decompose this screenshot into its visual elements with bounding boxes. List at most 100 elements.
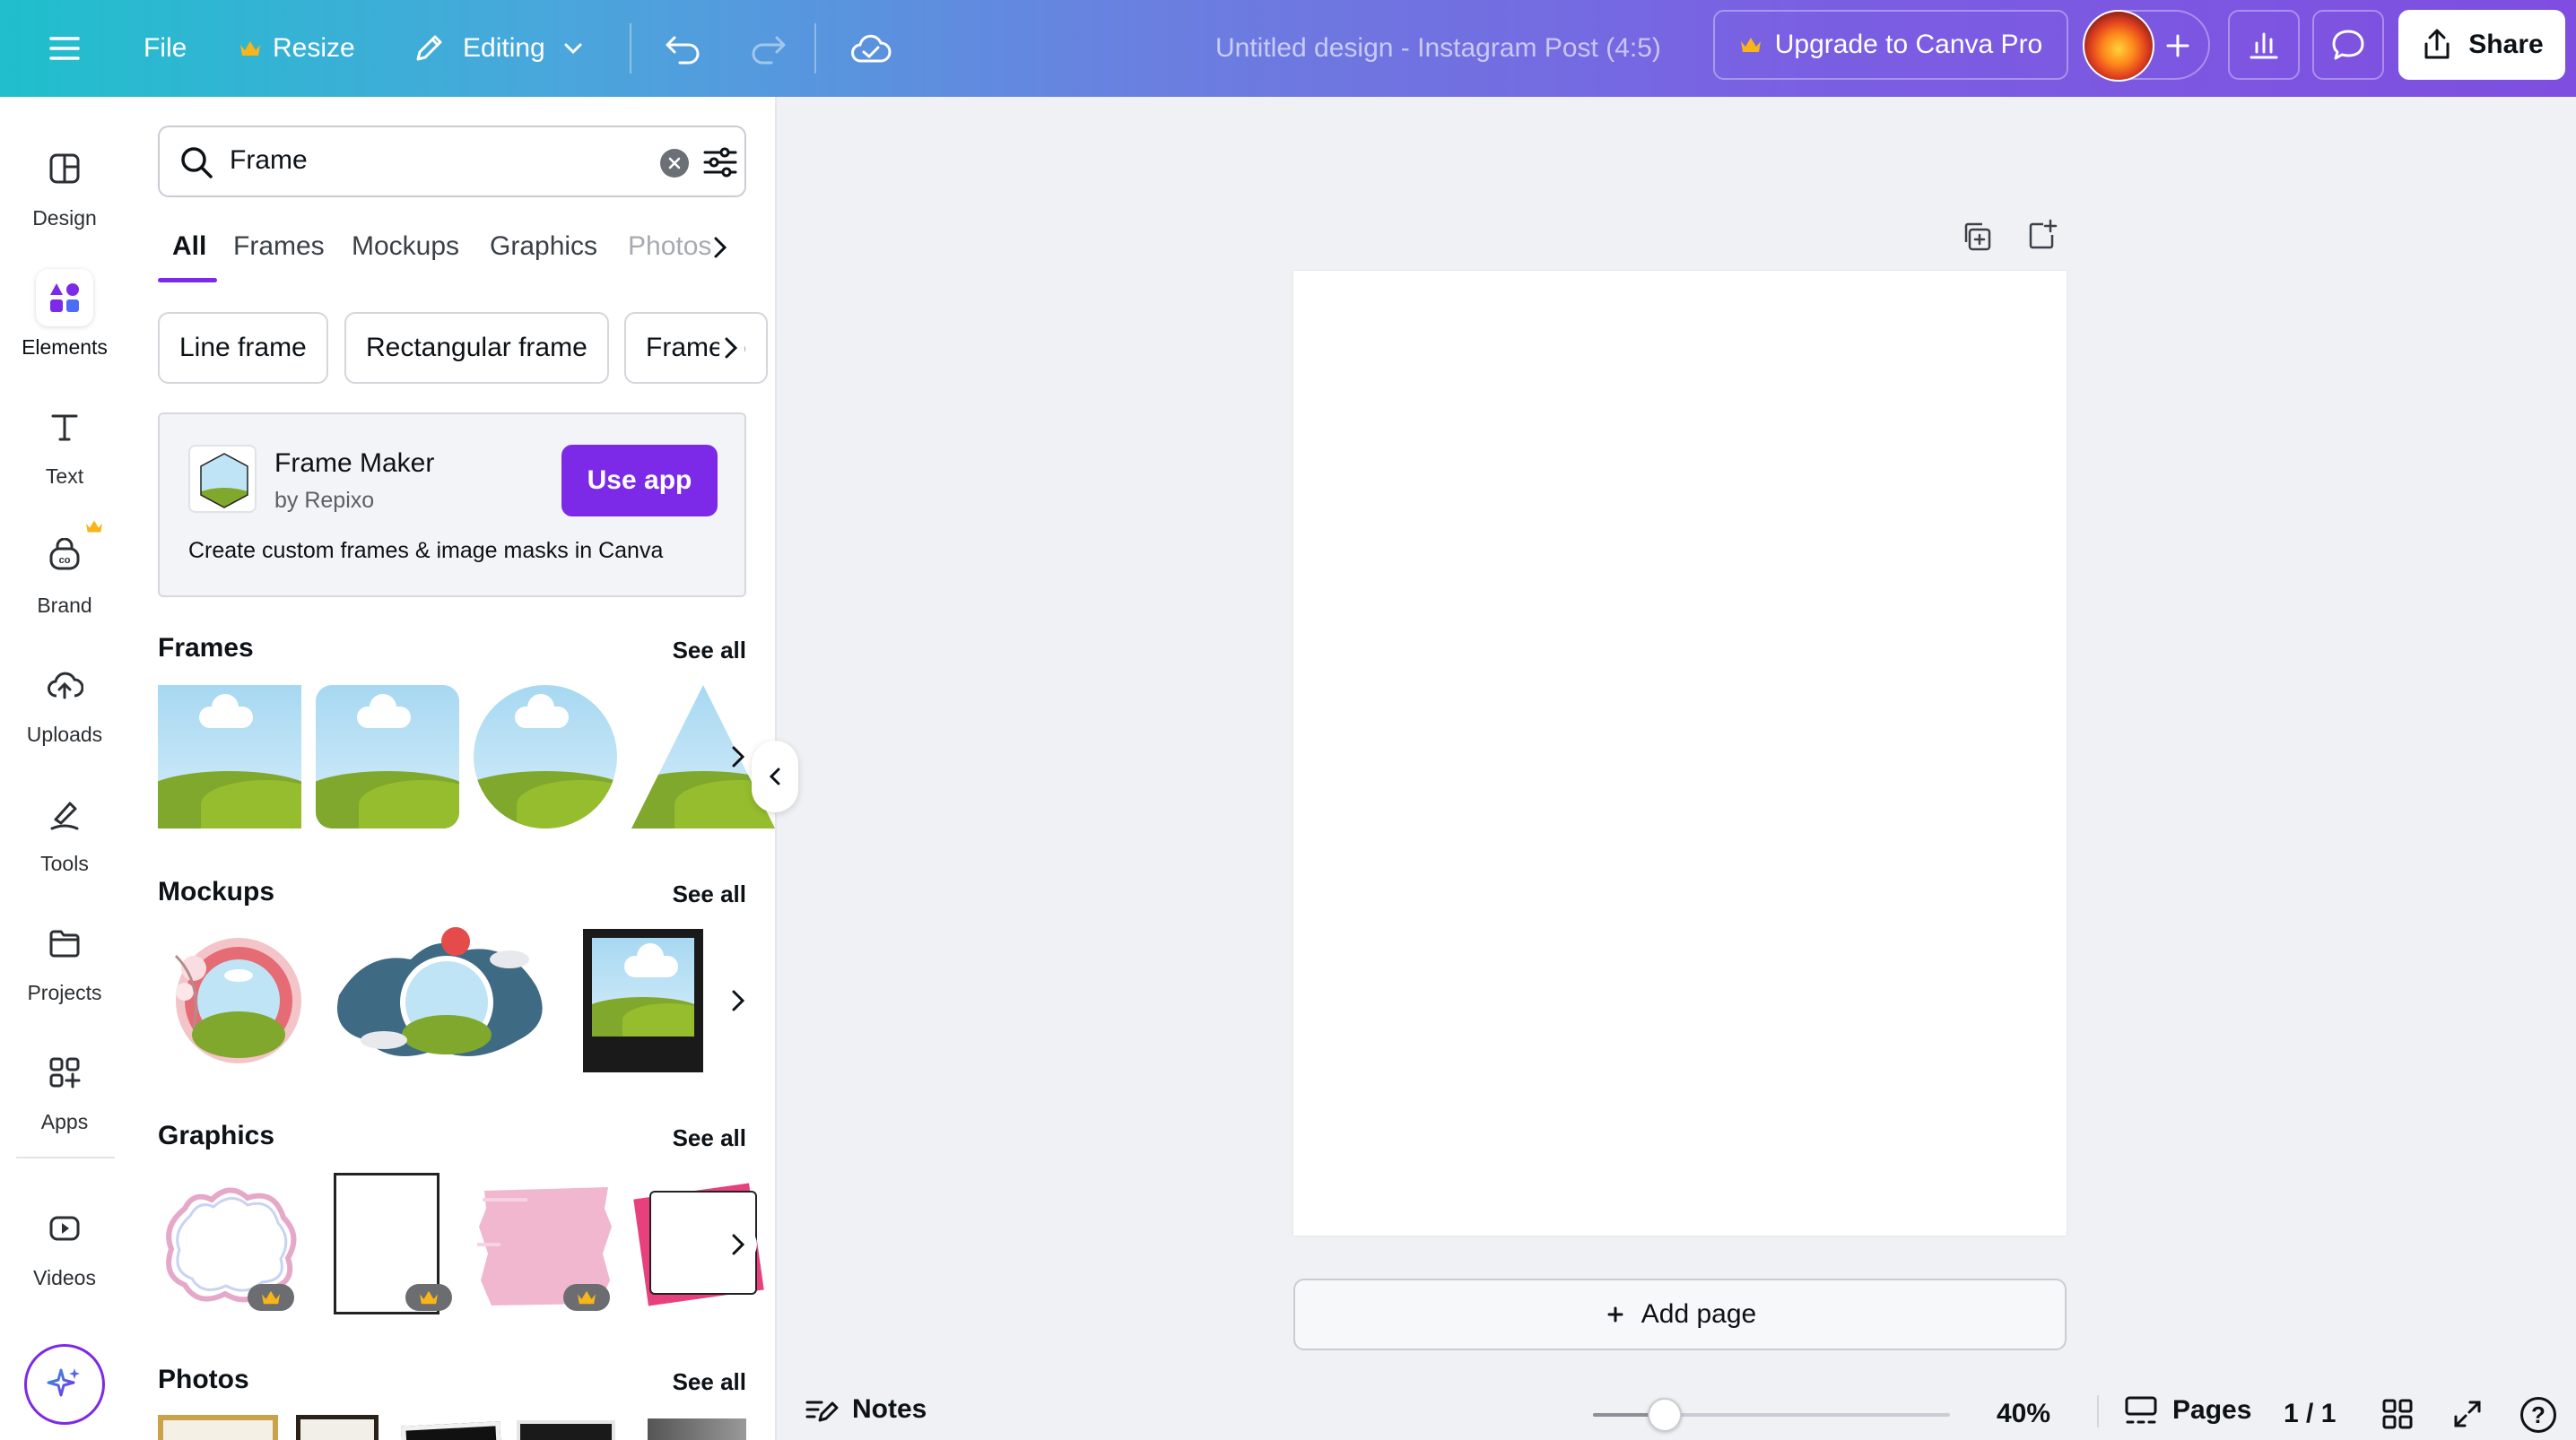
photo-gold-frame[interactable] [158, 1415, 278, 1440]
redo-icon[interactable] [748, 0, 788, 97]
upgrade-pro-button[interactable]: Upgrade to Canva Pro [1713, 10, 2068, 80]
use-app-button[interactable]: Use app [561, 445, 718, 516]
photo-polaroid-frame[interactable] [517, 1420, 615, 1440]
page-counter[interactable]: 1 / 1 [2284, 1399, 2336, 1429]
pages-button[interactable]: Pages [2124, 1395, 2251, 1426]
avatar[interactable] [2083, 10, 2154, 82]
chevron-right-icon[interactable] [709, 230, 734, 265]
rail-item-uploads[interactable]: Uploads [0, 649, 129, 768]
mockup-floral-round-frame[interactable] [158, 929, 319, 1072]
collapse-panel-button[interactable] [752, 741, 798, 812]
videos-icon [36, 1200, 93, 1257]
frame-rounded-thumbnail[interactable] [316, 685, 459, 828]
graphic-cloud-frame[interactable] [158, 1173, 301, 1316]
promo-app-name: Frame Maker [274, 448, 435, 478]
crown-icon [240, 41, 260, 56]
top-bar: File Resize Editing Untitled design - In… [0, 0, 2576, 97]
search-input[interactable]: Frame [230, 145, 308, 176]
tab-mockups[interactable]: Mockups [352, 231, 459, 262]
zoom-slider-track[interactable] [1593, 1413, 1950, 1417]
help-icon[interactable]: ? [2520, 1397, 2556, 1433]
chevron-left-icon [769, 768, 780, 785]
editing-label: Editing [463, 33, 545, 63]
rail-item-tools[interactable]: Tools [0, 778, 129, 897]
active-tab-indicator [158, 278, 217, 282]
tab-graphics[interactable]: Graphics [490, 231, 597, 262]
section-title-graphics: Graphics [158, 1121, 275, 1150]
elements-panel: Frame All Frames Mockups Graphics Photos… [129, 97, 777, 1440]
chevron-right-icon[interactable] [719, 332, 744, 364]
svg-text:co: co [59, 555, 71, 566]
editing-mode-dropdown[interactable]: Editing [411, 0, 585, 97]
design-icon [36, 140, 93, 197]
rail-item-text[interactable]: Text [0, 391, 129, 509]
tab-photos[interactable]: Photos [628, 231, 711, 262]
text-icon [36, 398, 93, 455]
photo-dark-frame[interactable] [296, 1415, 379, 1440]
rail-item-videos[interactable]: Videos [0, 1193, 129, 1311]
chip-line-frame[interactable]: Line frame [158, 312, 328, 384]
see-all-frames-link[interactable]: See all [673, 637, 746, 664]
hamburger-icon[interactable] [47, 0, 83, 97]
section-title-photos: Photos [158, 1365, 249, 1394]
graphic-rectangle-frame[interactable] [316, 1173, 459, 1316]
chevron-down-icon [564, 43, 582, 55]
rail-divider [16, 1157, 115, 1158]
see-all-photos-link[interactable]: See all [673, 1368, 746, 1396]
add-page-icon[interactable] [2023, 217, 2059, 253]
elements-icon [36, 269, 93, 326]
rail-item-brand[interactable]: co Brand [0, 520, 129, 638]
frame-square-thumbnail[interactable] [158, 685, 301, 828]
rail-item-apps[interactable]: Apps [0, 1037, 129, 1155]
comments-button[interactable] [2312, 10, 2384, 80]
magic-assistant-button[interactable] [24, 1344, 105, 1425]
zoom-slider-handle[interactable] [1648, 1398, 1682, 1432]
pencil-icon [416, 35, 442, 61]
pro-crown-badge [563, 1284, 610, 1311]
duplicate-page-icon[interactable] [1959, 219, 1995, 255]
toolbar-divider [814, 23, 816, 74]
add-page-label: Add page [1640, 1299, 1757, 1329]
tools-icon [36, 785, 93, 843]
rail-item-design[interactable]: Design [0, 133, 129, 251]
grid-view-icon[interactable] [2380, 1397, 2415, 1431]
team-avatars[interactable] [2083, 10, 2210, 82]
brand-icon: co [36, 520, 102, 585]
photo-gray-frame[interactable] [648, 1418, 746, 1440]
bottom-divider [2097, 1395, 2099, 1427]
design-page-canvas[interactable] [1293, 271, 2067, 1236]
photo-black-frame[interactable] [401, 1421, 501, 1440]
filter-sliders-icon[interactable] [701, 143, 739, 181]
promo-author: by Repixo [274, 488, 375, 513]
undo-icon[interactable] [664, 0, 703, 97]
file-menu[interactable]: File [144, 0, 187, 97]
see-all-mockups-link[interactable]: See all [673, 880, 746, 908]
uploads-icon [36, 656, 93, 714]
insights-button[interactable] [2228, 10, 2300, 80]
tab-frames[interactable]: Frames [233, 231, 325, 262]
rail-item-elements[interactable]: Elements [0, 262, 129, 380]
clear-search-icon[interactable] [660, 149, 689, 178]
share-button[interactable]: Share [2398, 10, 2565, 80]
frame-circle-thumbnail[interactable] [474, 685, 617, 828]
cloud-saved-icon[interactable] [850, 0, 892, 97]
chip-rectangular-frame[interactable]: Rectangular frame [344, 312, 609, 384]
design-title[interactable]: Untitled design - Instagram Post (4:5) [1215, 0, 1661, 97]
mockup-wave-circle-frame[interactable] [330, 915, 563, 1076]
add-page-button[interactable]: Add page [1293, 1279, 2067, 1350]
rail-item-projects[interactable]: Projects [0, 907, 129, 1026]
fullscreen-icon[interactable] [2450, 1397, 2485, 1431]
upgrade-label: Upgrade to Canva Pro [1774, 30, 2043, 59]
chevron-right-icon[interactable] [721, 1227, 757, 1262]
zoom-percentage[interactable]: 40% [1997, 1399, 2050, 1429]
mockup-polaroid-frame[interactable] [583, 929, 703, 1072]
chip-frame-b[interactable]: Frame b [624, 312, 768, 384]
graphic-pink-brush-frame[interactable] [474, 1173, 617, 1316]
chevron-right-icon[interactable] [721, 983, 757, 1019]
notes-button[interactable]: Notes [804, 1392, 927, 1427]
add-collaborator-icon[interactable] [2163, 31, 2192, 60]
search-box[interactable]: Frame [158, 126, 746, 197]
tab-all[interactable]: All [172, 231, 206, 262]
see-all-graphics-link[interactable]: See all [673, 1124, 746, 1152]
resize-button[interactable]: Resize [239, 0, 355, 97]
